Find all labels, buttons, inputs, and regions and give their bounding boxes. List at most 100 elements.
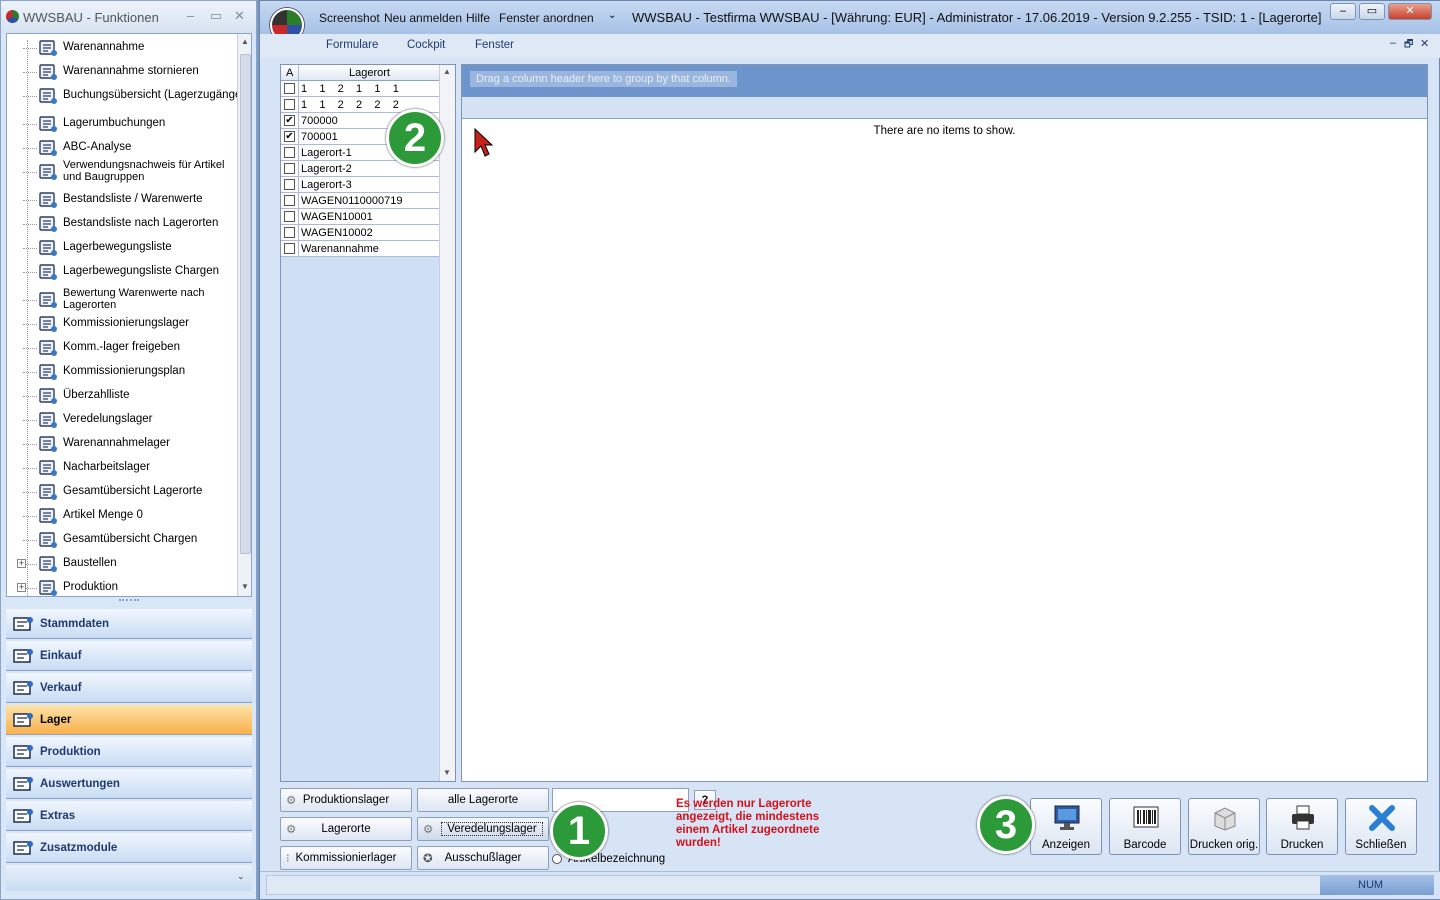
row-checkbox[interactable]: ✔ (284, 131, 295, 142)
veredelungslager-button[interactable]: ⚙ Veredelungslager (417, 817, 549, 841)
tree-item[interactable]: Überzahlliste (7, 384, 235, 408)
tree-item[interactable]: Verwendungsnachweis für Artikel und Baug… (7, 159, 235, 184)
tree-item[interactable]: Artikel Menge 0 (7, 504, 235, 528)
artikelbezeichnung-radio[interactable] (552, 854, 562, 864)
row-checkbox[interactable] (284, 243, 295, 254)
list-row[interactable]: WAGEN0110000719 (281, 193, 439, 209)
tree-item[interactable]: Gesamtübersicht Chargen (7, 528, 235, 552)
tree-item[interactable]: Warenannahme stornieren (7, 60, 235, 84)
nav-produktion[interactable]: Produktion (6, 737, 252, 767)
tree-item[interactable]: Lagerumbuchungen (7, 112, 235, 136)
menu-cockpit[interactable]: Cockpit (407, 39, 445, 51)
nav-auswertungen[interactable]: Auswertungen (6, 769, 252, 799)
tree-item[interactable]: Kommissionierungsplan (7, 360, 235, 384)
mdi-restore-button[interactable]: 🗗 (1404, 37, 1413, 54)
tree-item[interactable]: Warenannahmelager (7, 432, 235, 456)
expand-icon[interactable]: + (17, 559, 26, 568)
row-checkbox[interactable] (284, 195, 295, 206)
row-checkbox[interactable]: ✔ (284, 115, 295, 126)
quick-relogin[interactable]: Neu anmelden (384, 11, 462, 25)
tree-item[interactable]: Lagerbewegungsliste (7, 236, 235, 260)
ledger-icon (37, 87, 59, 105)
quick-screenshot[interactable]: Screenshot (319, 11, 380, 25)
nav-einkauf[interactable]: Einkauf (6, 641, 252, 671)
row-sep (298, 129, 299, 145)
alle-lagerorte-button[interactable]: alle Lagerorte (417, 788, 549, 812)
tree-item[interactable]: Kommissionierungslager (7, 312, 235, 336)
close-button[interactable]: ✕ (1388, 3, 1432, 20)
list-row[interactable]: WAGEN10002 (281, 225, 439, 241)
tree-item[interactable]: Gesamtübersicht Lagerorte (7, 480, 235, 504)
maximize-button[interactable]: ▭ (210, 8, 222, 24)
nav-stammdaten[interactable]: Stammdaten (6, 609, 252, 639)
schliessen-button[interactable]: Schließen (1345, 798, 1417, 855)
tree-item[interactable]: ABC-Analyse (7, 136, 235, 160)
minimize-button[interactable]: – (1330, 3, 1356, 20)
tree-connector (23, 444, 37, 445)
column-lagerort-header[interactable]: Lagerort (349, 67, 390, 79)
nav-verkauf[interactable]: Verkauf (6, 673, 252, 703)
column-a-header[interactable]: A (286, 67, 293, 79)
quick-arrange[interactable]: Fenster anordnen (499, 11, 594, 25)
tree-item[interactable]: Buchungsübersicht (Lagerzugänge) (7, 84, 245, 108)
drucken-orig-button[interactable]: Drucken orig. (1188, 798, 1260, 855)
ausschusslager-button[interactable]: ✪ Ausschußlager (417, 846, 549, 870)
scroll-down-icon[interactable]: ▼ (241, 582, 249, 591)
menu-formulare[interactable]: Formulare (326, 39, 378, 51)
kommissionierlager-button[interactable]: ⁝ Kommissionierlager (280, 846, 412, 870)
row-checkbox[interactable] (284, 211, 295, 222)
quick-help[interactable]: Hilfe (466, 11, 490, 25)
tree-scrollbar[interactable]: ▲ ▼ (237, 34, 251, 596)
menu-fenster[interactable]: Fenster (475, 39, 514, 51)
nav-label: Extras (40, 810, 76, 822)
group-panel[interactable]: Drag a column header here to group by th… (462, 65, 1427, 97)
tree-item[interactable]: Warenannahme (7, 36, 235, 60)
row-checkbox[interactable] (284, 227, 295, 238)
quick-access-dropdown-icon[interactable]: ⌄ (608, 10, 616, 21)
anzeigen-button[interactable]: Anzeigen (1030, 798, 1102, 855)
row-checkbox[interactable] (284, 147, 295, 158)
tree-item[interactable]: Veredelungslager (7, 408, 235, 432)
row-checkbox[interactable] (284, 99, 295, 110)
maximize-button[interactable]: ▭ (1359, 3, 1385, 20)
tree-item[interactable]: + Baustellen (7, 552, 235, 576)
scroll-up-icon[interactable]: ▲ (241, 37, 249, 46)
list-scrollbar[interactable]: ▲ ▼ (439, 65, 455, 781)
tree-item[interactable]: + Produktion (7, 576, 235, 596)
chevron-down-icon[interactable]: ⌄ (237, 871, 245, 882)
lagerorte-button[interactable]: ⚙ Lagerorte (280, 817, 412, 841)
row-checkbox[interactable] (284, 83, 295, 94)
list-row[interactable]: 1 1 2 1 1 1 (281, 81, 439, 97)
row-checkbox[interactable] (284, 163, 295, 174)
nav-lager[interactable]: Lager (6, 705, 252, 735)
tree-connector (23, 300, 37, 301)
tree-item[interactable]: Lagerbewegungsliste Chargen (7, 260, 235, 284)
mdi-close-button[interactable]: ✕ (1420, 37, 1429, 50)
list-row[interactable]: Lagerort-3 (281, 177, 439, 193)
list-row[interactable]: WAGEN10001 (281, 209, 439, 225)
tree-item[interactable]: Bestandsliste / Warenwerte (7, 188, 235, 212)
close-button[interactable]: ✕ (234, 8, 245, 24)
tree-item[interactable]: Bewertung Warenwerte nach Lagerorten (7, 287, 235, 312)
nav-zusatzmodule[interactable]: Zusatzmodule (6, 833, 252, 863)
movement-list-icon (37, 239, 59, 257)
list-row[interactable]: Warenannahme (281, 241, 439, 257)
expand-icon[interactable]: + (17, 583, 26, 592)
scroll-up-icon[interactable]: ▲ (443, 67, 451, 76)
drucken-button[interactable]: Drucken (1266, 798, 1338, 855)
splitter-grip[interactable] (119, 599, 139, 601)
tree-item[interactable]: Nacharbeitslager (7, 456, 235, 480)
scroll-thumb[interactable] (240, 54, 251, 554)
tree-item-label: Lagerumbuchungen (63, 117, 166, 129)
produktionslager-button[interactable]: ⚙ Produktionslager (280, 788, 412, 812)
mdi-minimize-button[interactable]: – (1390, 37, 1396, 49)
tree-item[interactable]: Bestandsliste nach Lagerorten (7, 212, 235, 236)
nav-footer[interactable]: ⌄ (6, 865, 252, 891)
monitor-icon (1054, 805, 1080, 830)
scroll-down-icon[interactable]: ▼ (443, 768, 451, 777)
nav-extras[interactable]: Extras (6, 801, 252, 831)
row-checkbox[interactable] (284, 179, 295, 190)
barcode-button[interactable]: Barcode (1109, 798, 1181, 855)
minimize-button[interactable]: – (187, 8, 194, 23)
tree-item[interactable]: Komm.-lager freigeben (7, 336, 235, 360)
